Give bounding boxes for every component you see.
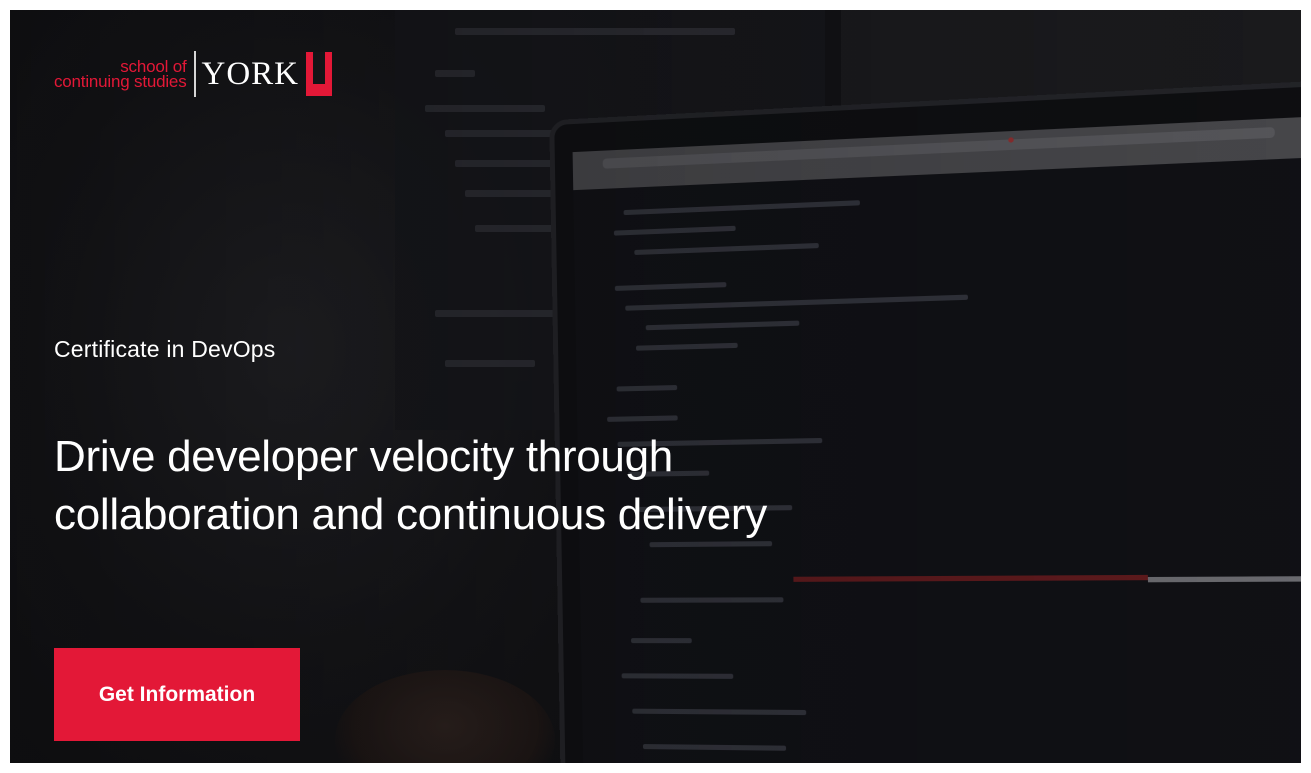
york-u-logo[interactable]: school of continuing studies YORK: [54, 44, 332, 104]
program-eyebrow: Certificate in DevOps: [54, 336, 276, 363]
logo-school-line2: continuing studies: [54, 74, 187, 89]
logo-york-text: YORK: [202, 51, 300, 97]
get-information-button[interactable]: Get Information: [54, 648, 300, 741]
york-u-mark-icon: [306, 52, 332, 96]
hero-headline: Drive developer velocity through collabo…: [54, 428, 814, 544]
hero-headline-line2: collaboration and continuous delivery: [54, 490, 767, 539]
hero-headline-line1: Drive developer velocity through: [54, 432, 673, 481]
hero-banner: school of continuing studies YORK Certif…: [10, 10, 1301, 763]
logo-divider: [194, 51, 196, 97]
logo-school-text: school of continuing studies: [54, 59, 187, 89]
